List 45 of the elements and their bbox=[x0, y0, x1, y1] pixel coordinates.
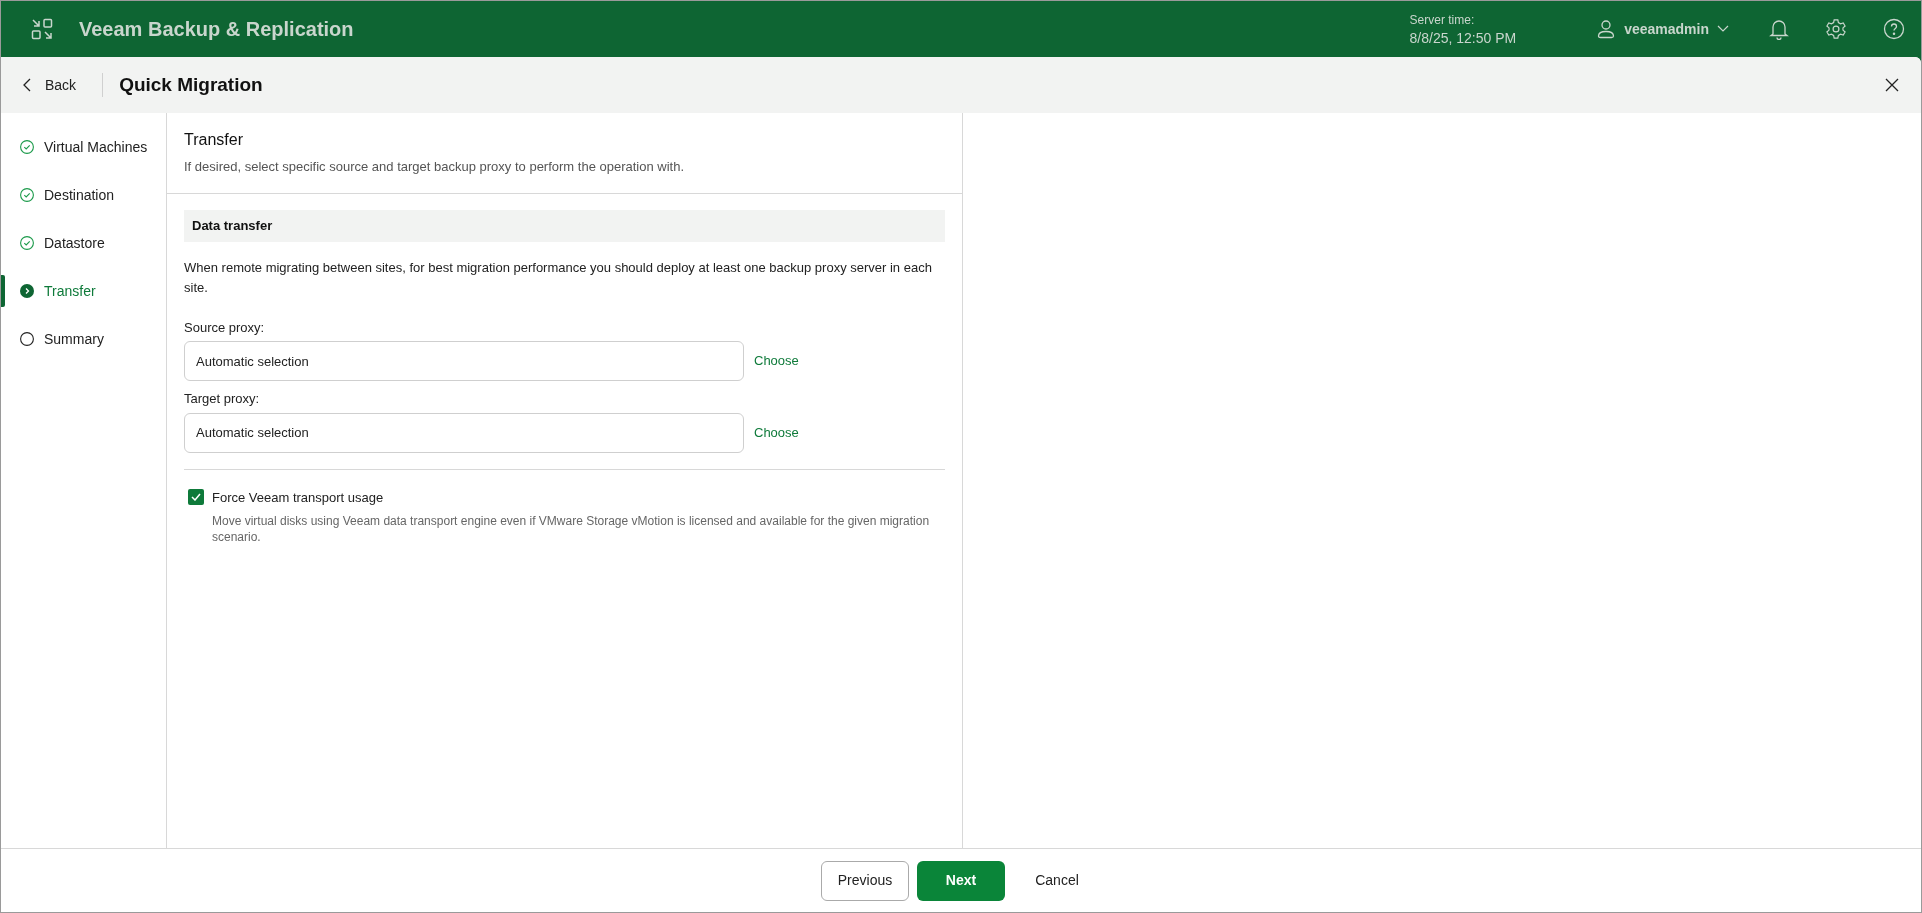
choose-link[interactable]: Choose bbox=[754, 351, 799, 371]
field-label: Source proxy: bbox=[184, 318, 266, 337]
checkbox[interactable] bbox=[188, 489, 204, 506]
option-description: Move virtual disks using Veeam data transport engine even if VMware Storage vMotion is licensed and available for the given migration scenario. bbox=[212, 513, 931, 545]
settings-icon bbox=[1825, 18, 1847, 40]
notifications-button[interactable] bbox=[1769, 18, 1789, 40]
check-circle-icon bbox=[20, 140, 34, 154]
section-header: Data transfer bbox=[184, 209, 945, 242]
check-circle-icon bbox=[20, 188, 34, 202]
previous-button[interactable]: Previous bbox=[821, 860, 909, 901]
proxy-field[interactable]: Automatic selection bbox=[184, 412, 744, 453]
page-title: Transfer bbox=[184, 130, 244, 150]
close-button[interactable] bbox=[1885, 78, 1899, 92]
app-logo-icon bbox=[31, 18, 53, 40]
user-menu[interactable]: veeamadmin bbox=[1596, 18, 1729, 40]
help-icon bbox=[1883, 18, 1905, 40]
proxy-field[interactable]: Automatic selection bbox=[184, 341, 744, 381]
server-time-label: Server time: bbox=[1409, 12, 1476, 29]
bell-icon bbox=[1769, 18, 1789, 40]
page-subtitle: If desired, select specific source and target backup proxy to perform the operation with. bbox=[184, 158, 686, 176]
app-title: Veeam Backup & Replication bbox=[79, 17, 354, 42]
chevron-left-icon bbox=[23, 78, 31, 92]
user-icon bbox=[1596, 19, 1617, 39]
chevron-circle-icon bbox=[20, 284, 34, 298]
check-circle-icon bbox=[20, 236, 34, 250]
wizard-step[interactable]: Virtual Machines bbox=[1, 131, 166, 163]
settings-button[interactable] bbox=[1825, 18, 1847, 40]
wizard-step[interactable]: Datastore bbox=[1, 227, 166, 259]
empty-circle-icon bbox=[20, 332, 34, 346]
checkbox-label: Force Veeam transport usage bbox=[212, 488, 384, 507]
wizard-step[interactable]: Destination bbox=[1, 179, 166, 211]
wizard-step[interactable]: Transfer bbox=[1, 275, 166, 307]
server-time: 8/8/25, 12:50 PM bbox=[1409, 29, 1517, 47]
back-button[interactable]: Back bbox=[23, 74, 77, 96]
cancel-button[interactable]: Cancel bbox=[1013, 860, 1101, 901]
chevron-down-icon bbox=[1717, 25, 1729, 33]
wizard-step[interactable]: Summary bbox=[1, 323, 166, 355]
next-button[interactable]: Next bbox=[917, 860, 1005, 901]
section-description: When remote migrating between sites, for best migration performance you should deploy at least one backup proxy server in each site. bbox=[184, 258, 933, 297]
checkmark-icon bbox=[191, 493, 201, 502]
field-label: Target proxy: bbox=[184, 390, 261, 408]
choose-link[interactable]: Choose bbox=[754, 422, 799, 443]
wizard-title: Quick Migration bbox=[119, 72, 263, 97]
help-button[interactable] bbox=[1883, 18, 1905, 40]
close-icon bbox=[1885, 78, 1899, 92]
